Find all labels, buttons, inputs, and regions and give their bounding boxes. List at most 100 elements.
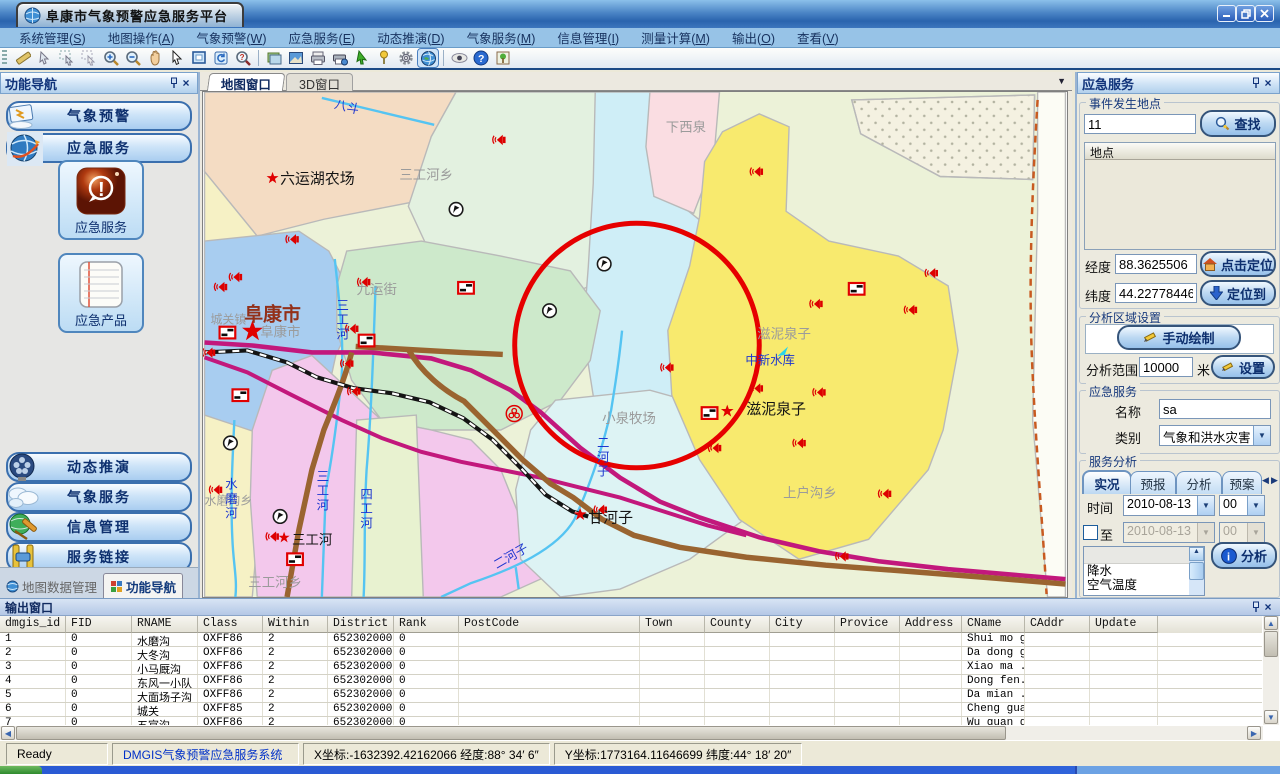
table-hscrollbar[interactable]: ◀ ▶ bbox=[0, 726, 1263, 741]
manual-draw-button[interactable]: 手动绘制 bbox=[1117, 325, 1241, 350]
column-header-Within[interactable]: Within bbox=[263, 616, 328, 633]
table-row[interactable]: 70五官沟OXFF8626523020000Wu guan gou bbox=[0, 717, 1262, 725]
table-row[interactable]: 30小马厩沟OXFF8626523020000Xiao ma ... bbox=[0, 661, 1262, 675]
pan-hand-icon[interactable] bbox=[145, 49, 165, 67]
menu-item-气象服务[interactable]: 气象服务(M) bbox=[456, 28, 547, 47]
column-header-Class[interactable]: Class bbox=[198, 616, 263, 633]
column-header-CAddr[interactable]: CAddr bbox=[1025, 616, 1090, 633]
menu-item-地图操作[interactable]: 地图操作(A) bbox=[97, 28, 186, 47]
refresh-icon[interactable] bbox=[211, 49, 231, 67]
print-icon[interactable] bbox=[308, 49, 328, 67]
table-row[interactable]: 10水磨沟OXFF8626523020000Shui mo gou bbox=[0, 633, 1262, 647]
analysis-range-input[interactable] bbox=[1139, 357, 1193, 377]
tab-map-data-management[interactable]: 地图数据管理 bbox=[0, 574, 103, 598]
column-header-Provice[interactable]: Provice bbox=[835, 616, 900, 633]
menu-item-测量计算[interactable]: 测量计算(M) bbox=[630, 28, 721, 47]
minimize-button[interactable] bbox=[1217, 5, 1236, 22]
identify-icon[interactable]: ? bbox=[233, 49, 253, 67]
full-extent-icon[interactable] bbox=[189, 49, 209, 67]
emergency-service-big-button[interactable]: ! 应急服务 bbox=[58, 160, 144, 240]
zoom-in-icon[interactable] bbox=[101, 49, 121, 67]
tab-realtime[interactable]: 实况 bbox=[1082, 470, 1132, 494]
weather-element-list[interactable]: 降水空气温度 bbox=[1083, 546, 1205, 596]
to-hour-combo-disabled[interactable]: 00 ▼ bbox=[1219, 522, 1265, 543]
goto-location-button[interactable]: 定位到 bbox=[1200, 280, 1276, 306]
menu-item-动态推演[interactable]: 动态推演(D) bbox=[366, 28, 455, 47]
event-location-input[interactable] bbox=[1084, 114, 1196, 134]
service-type-combo[interactable]: 气象和洪水灾害 ▼ bbox=[1159, 425, 1271, 446]
table-row[interactable]: 60城关OXFF8526523020000Cheng guan bbox=[0, 703, 1262, 717]
column-header-RNAME[interactable]: RNAME bbox=[132, 616, 198, 633]
tab-plan[interactable]: 预案 bbox=[1222, 471, 1262, 494]
start-button-fragment[interactable] bbox=[0, 766, 42, 774]
menu-item-系统管理[interactable]: 系统管理(S) bbox=[8, 28, 97, 47]
zoom-out-icon[interactable] bbox=[123, 49, 143, 67]
emergency-product-big-button[interactable]: 应急产品 bbox=[58, 253, 144, 333]
column-header-CName[interactable]: CName bbox=[962, 616, 1025, 633]
measure-ruler-icon[interactable] bbox=[13, 49, 33, 67]
table-row[interactable]: 40东风一小队OXFF8626523020000Dong fen... bbox=[0, 675, 1262, 689]
select-cursor-icon[interactable] bbox=[35, 49, 55, 67]
location-list[interactable]: 地点 bbox=[1084, 142, 1276, 250]
longitude-input[interactable] bbox=[1115, 254, 1197, 274]
column-header-PostCode[interactable]: PostCode bbox=[459, 616, 640, 633]
globe-gis-icon[interactable] bbox=[418, 49, 438, 67]
set-range-button[interactable]: 设置 bbox=[1211, 355, 1275, 379]
close-output-icon[interactable]: × bbox=[1261, 600, 1275, 614]
list-item[interactable]: 降水 bbox=[1084, 564, 1204, 578]
column-header-FID[interactable]: FID bbox=[66, 616, 132, 633]
to-date-combo-disabled[interactable]: 2010-08-13 ▼ bbox=[1123, 522, 1215, 543]
menu-item-查看[interactable]: 查看(V) bbox=[786, 28, 850, 47]
tab-forecast[interactable]: 预报 bbox=[1130, 471, 1176, 494]
help-icon[interactable]: ? bbox=[471, 49, 491, 67]
column-header-dmgis_id[interactable]: dmgis_id bbox=[0, 616, 66, 633]
close-panel-icon[interactable]: × bbox=[179, 76, 193, 90]
layers-map-icon[interactable] bbox=[264, 49, 284, 67]
map-export-icon[interactable] bbox=[286, 49, 306, 67]
date-combo[interactable]: 2010-08-13 ▼ bbox=[1123, 495, 1215, 516]
search-button[interactable]: 查找 bbox=[1200, 110, 1276, 137]
table-vscrollbar[interactable]: ▲ ▼ bbox=[1263, 616, 1279, 725]
pointer-arrow-icon[interactable] bbox=[167, 49, 187, 67]
column-header-City[interactable]: City bbox=[770, 616, 835, 633]
toolbar-grip[interactable] bbox=[2, 50, 7, 66]
pin-icon[interactable] bbox=[169, 77, 179, 89]
pin-icon[interactable] bbox=[1251, 601, 1261, 613]
close-panel-icon[interactable]: × bbox=[1261, 76, 1275, 90]
column-header-Town[interactable]: Town bbox=[640, 616, 705, 633]
click-locate-button[interactable]: 点击定位 bbox=[1200, 251, 1276, 277]
tab-scroll-right-icon[interactable]: ▶ bbox=[1271, 475, 1278, 486]
pin-icon[interactable] bbox=[1251, 77, 1261, 89]
nav-group-info-management[interactable]: 信息管理 bbox=[6, 512, 192, 542]
legend-image-icon[interactable] bbox=[493, 49, 513, 67]
nav-group-weather-warning[interactable]: 气象预警 bbox=[6, 101, 192, 131]
map-tab-dropdown-icon[interactable]: ▼ bbox=[1057, 76, 1066, 86]
nav-group-emergency-service[interactable]: 应急服务 bbox=[6, 133, 192, 163]
nav-group-dynamic-deduction[interactable]: 动态推演 bbox=[6, 452, 192, 482]
list-item[interactable]: 空气温度 bbox=[1084, 578, 1204, 592]
service-name-input[interactable] bbox=[1159, 399, 1271, 419]
menu-item-应急服务[interactable]: 应急服务(E) bbox=[278, 28, 367, 47]
deselect-cursor-icon[interactable] bbox=[79, 49, 99, 67]
tab-analysis[interactable]: 分析 bbox=[1176, 471, 1222, 494]
column-header-County[interactable]: County bbox=[705, 616, 770, 633]
latitude-input[interactable] bbox=[1115, 283, 1197, 303]
column-header-Update[interactable]: Update bbox=[1090, 616, 1158, 633]
combo-dropdown-icon[interactable]: ▼ bbox=[1247, 496, 1264, 515]
tab-map-window[interactable]: 地图窗口 bbox=[207, 73, 286, 93]
map-canvas[interactable]: 八斗六运湖农场三工河乡下西泉阜康市城关镇阜康市九运街三工河滋泥泉子中新水库滋泥泉… bbox=[202, 91, 1068, 598]
table-row[interactable]: 50大面场子沟OXFF8626523020000Da mian ... bbox=[0, 689, 1262, 703]
hour-combo[interactable]: 00 ▼ bbox=[1219, 495, 1265, 516]
tab-3d-window[interactable]: 3D窗口 bbox=[286, 73, 353, 92]
combo-dropdown-icon[interactable]: ▼ bbox=[1253, 426, 1270, 445]
close-button[interactable] bbox=[1255, 5, 1274, 22]
tab-function-nav[interactable]: 功能导航 bbox=[103, 573, 183, 598]
tab-scroll-left-icon[interactable]: ◀ bbox=[1262, 475, 1269, 486]
table-row[interactable]: 20大冬沟OXFF8626523020000Da dong gou bbox=[0, 647, 1262, 661]
column-header-District[interactable]: District bbox=[328, 616, 394, 633]
to-checkbox[interactable] bbox=[1083, 525, 1098, 540]
menu-item-信息管理[interactable]: 信息管理(I) bbox=[546, 28, 630, 47]
print-setup-icon[interactable] bbox=[330, 49, 350, 67]
settings-gear-icon[interactable] bbox=[396, 49, 416, 67]
menu-item-气象预警[interactable]: 气象预警(W) bbox=[185, 28, 277, 47]
